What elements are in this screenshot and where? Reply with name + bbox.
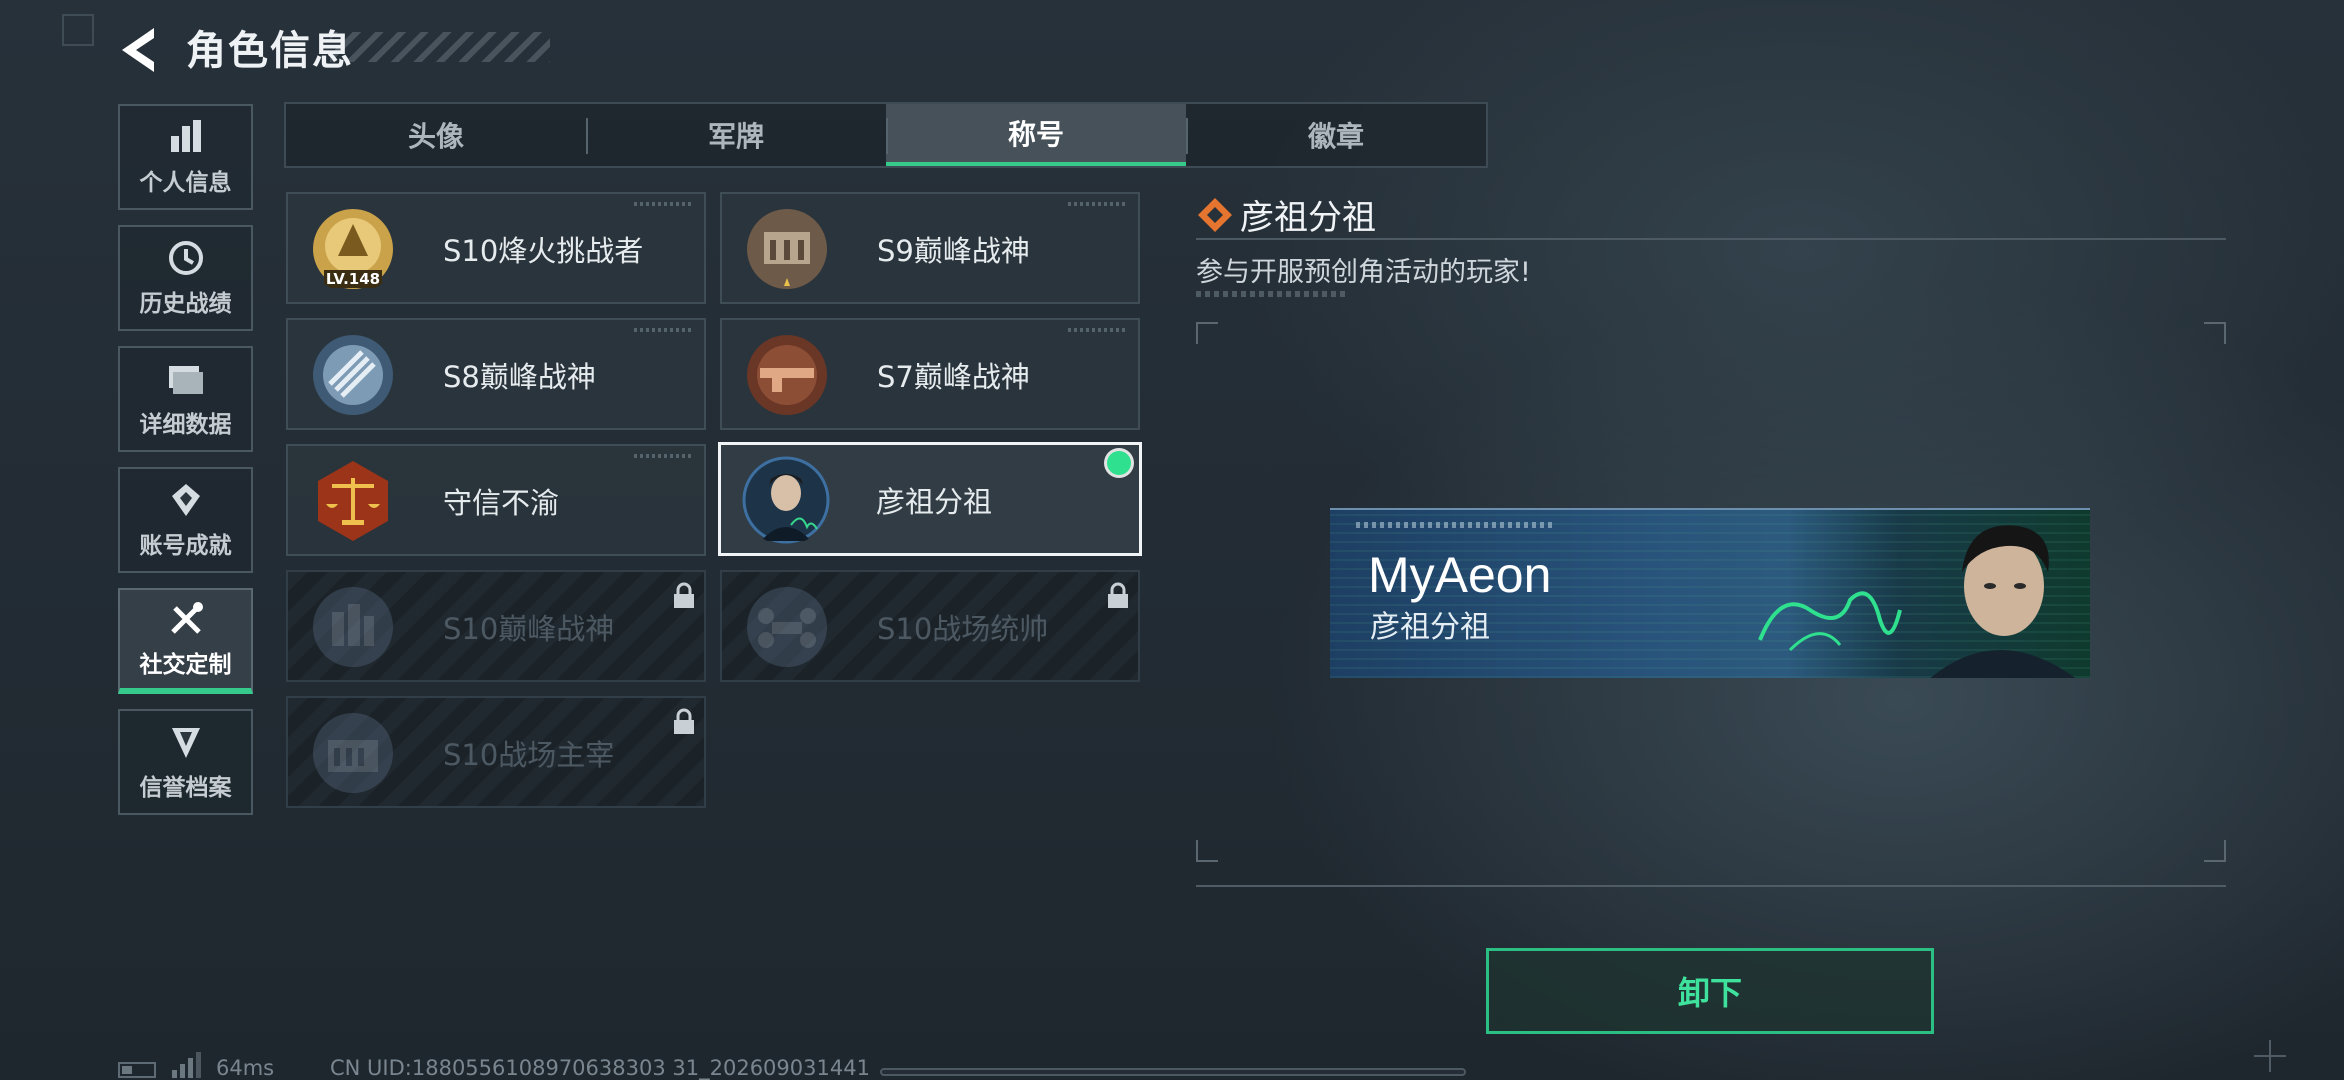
lock-icon xyxy=(674,582,694,608)
title-card-s10-dominator-locked[interactable]: S10战场主宰 xyxy=(286,696,706,808)
unequip-button[interactable]: 卸下 xyxy=(1486,948,1934,1034)
horizontal-scrollbar[interactable] xyxy=(880,1068,1466,1076)
page-title: 角色信息 xyxy=(186,28,354,74)
frame-corner xyxy=(1196,840,1218,862)
reputation-icon xyxy=(166,722,206,762)
title-name: S8巅峰战神 xyxy=(443,360,596,394)
title-card-s10-challenger[interactable]: LV.148 S10烽火挑战者 xyxy=(286,192,706,304)
achievement-icon xyxy=(166,480,206,520)
battery-icon xyxy=(118,1062,156,1078)
drone-emblem-icon xyxy=(747,587,827,667)
gold-emblem-icon: LV.148 xyxy=(313,209,393,289)
portrait-emblem-icon xyxy=(742,456,830,544)
title-name: S10巅峰战神 xyxy=(443,612,615,646)
back-arrow-icon xyxy=(122,28,154,72)
sidebar-item-label: 账号成就 xyxy=(139,533,232,559)
sidebar-item-social[interactable]: 社交定制 xyxy=(118,588,253,694)
colosseum-emblem-icon xyxy=(313,713,393,793)
bar-chart-icon xyxy=(166,117,206,157)
preview-divider xyxy=(1196,885,2226,887)
banner-player-name: MyAeon xyxy=(1368,547,1552,603)
title-diamond-icon xyxy=(1198,198,1232,232)
title-card-s8-peak[interactable]: S8巅峰战神 xyxy=(286,318,706,430)
card-decoration xyxy=(1068,202,1128,206)
sidebar-item-label: 个人信息 xyxy=(139,170,232,196)
detail-title: 彦祖分祖 xyxy=(1240,198,1376,238)
tab-badge[interactable]: 徽章 xyxy=(1186,104,1486,166)
title-name: 守信不渝 xyxy=(443,486,560,520)
frame-corner xyxy=(1196,322,1218,344)
card-decoration xyxy=(1068,328,1128,332)
tab-avatar[interactable]: 头像 xyxy=(286,104,586,166)
frame-corner xyxy=(2204,322,2226,344)
laurel-emblem-icon xyxy=(313,335,393,415)
rifle-emblem-icon xyxy=(747,335,827,415)
card-decoration xyxy=(634,454,694,458)
lock-icon xyxy=(1108,582,1128,608)
frame-corner xyxy=(2204,840,2226,862)
title-card-s9-peak[interactable]: S9巅峰战神 xyxy=(720,192,1140,304)
sidebar-item-stats[interactable]: 详细数据 xyxy=(118,346,253,452)
category-tabs: 头像 军牌 称号 徽章 xyxy=(284,102,1488,168)
folder-icon xyxy=(166,359,206,399)
title-name: 彦祖分祖 xyxy=(876,485,993,519)
sidebar-item-label: 信誉档案 xyxy=(139,775,232,801)
title-card-yanzu[interactable]: 彦祖分祖 xyxy=(718,442,1142,556)
lock-icon xyxy=(674,708,694,734)
corner-frame-icon xyxy=(62,14,94,46)
card-decoration xyxy=(634,328,694,332)
city-emblem-icon xyxy=(313,587,393,667)
ping-value: 64ms xyxy=(216,1056,275,1080)
title-name: S7巅峰战神 xyxy=(877,360,1030,394)
sidebar-item-reputation[interactable]: 信誉档案 xyxy=(118,709,253,815)
card-decoration xyxy=(634,202,694,206)
fortress-emblem-icon xyxy=(747,209,827,289)
sidebar-item-history[interactable]: 历史战绩 xyxy=(118,225,253,331)
back-button[interactable] xyxy=(116,24,162,76)
level-badge-text: LV.148 xyxy=(326,270,380,288)
sidebar-item-label: 社交定制 xyxy=(139,652,232,678)
signal-icon xyxy=(172,1052,201,1078)
banner-title-text: 彦祖分祖 xyxy=(1370,610,1490,645)
detail-subtext-decoration xyxy=(1196,291,1348,297)
banner-tiny-decoration xyxy=(1356,522,1556,528)
title-name: S9巅峰战神 xyxy=(877,234,1030,268)
scales-emblem-icon xyxy=(318,461,388,541)
tab-dog-tag[interactable]: 军牌 xyxy=(586,104,886,166)
tab-title[interactable]: 称号 xyxy=(886,104,1186,166)
sidebar-item-label: 历史战绩 xyxy=(139,291,232,317)
equipped-indicator xyxy=(1107,451,1131,475)
tools-icon xyxy=(166,599,206,639)
sidebar-item-profile[interactable]: 个人信息 xyxy=(118,104,253,210)
title-name: S10战场统帅 xyxy=(877,612,1049,646)
title-card-trustworthy[interactable]: 守信不渝 xyxy=(286,444,706,556)
title-card-s10-peak-locked[interactable]: S10巅峰战神 xyxy=(286,570,706,682)
title-name: S10战场主宰 xyxy=(443,738,615,772)
sidebar-item-label: 详细数据 xyxy=(139,412,232,438)
detail-divider xyxy=(1196,238,2226,240)
crosshair-icon xyxy=(2254,1040,2286,1072)
title-decoration xyxy=(330,32,550,62)
history-clock-icon xyxy=(166,238,206,278)
sidebar-item-achievements[interactable]: 账号成就 xyxy=(118,467,253,573)
user-uid: CN UID:1880556108970638303 31_2026090314… xyxy=(330,1056,870,1080)
title-name: S10烽火挑战者 xyxy=(443,234,644,268)
title-card-s7-peak[interactable]: S7巅峰战神 xyxy=(720,318,1140,430)
title-banner-preview: MyAeon 彦祖分祖 xyxy=(1330,508,2090,678)
detail-description: 参与开服预创角活动的玩家! xyxy=(1196,257,1531,288)
title-card-s10-commander-locked[interactable]: S10战场统帅 xyxy=(720,570,1140,682)
character-portrait xyxy=(1930,525,2076,678)
signature-mark xyxy=(1758,591,1902,652)
